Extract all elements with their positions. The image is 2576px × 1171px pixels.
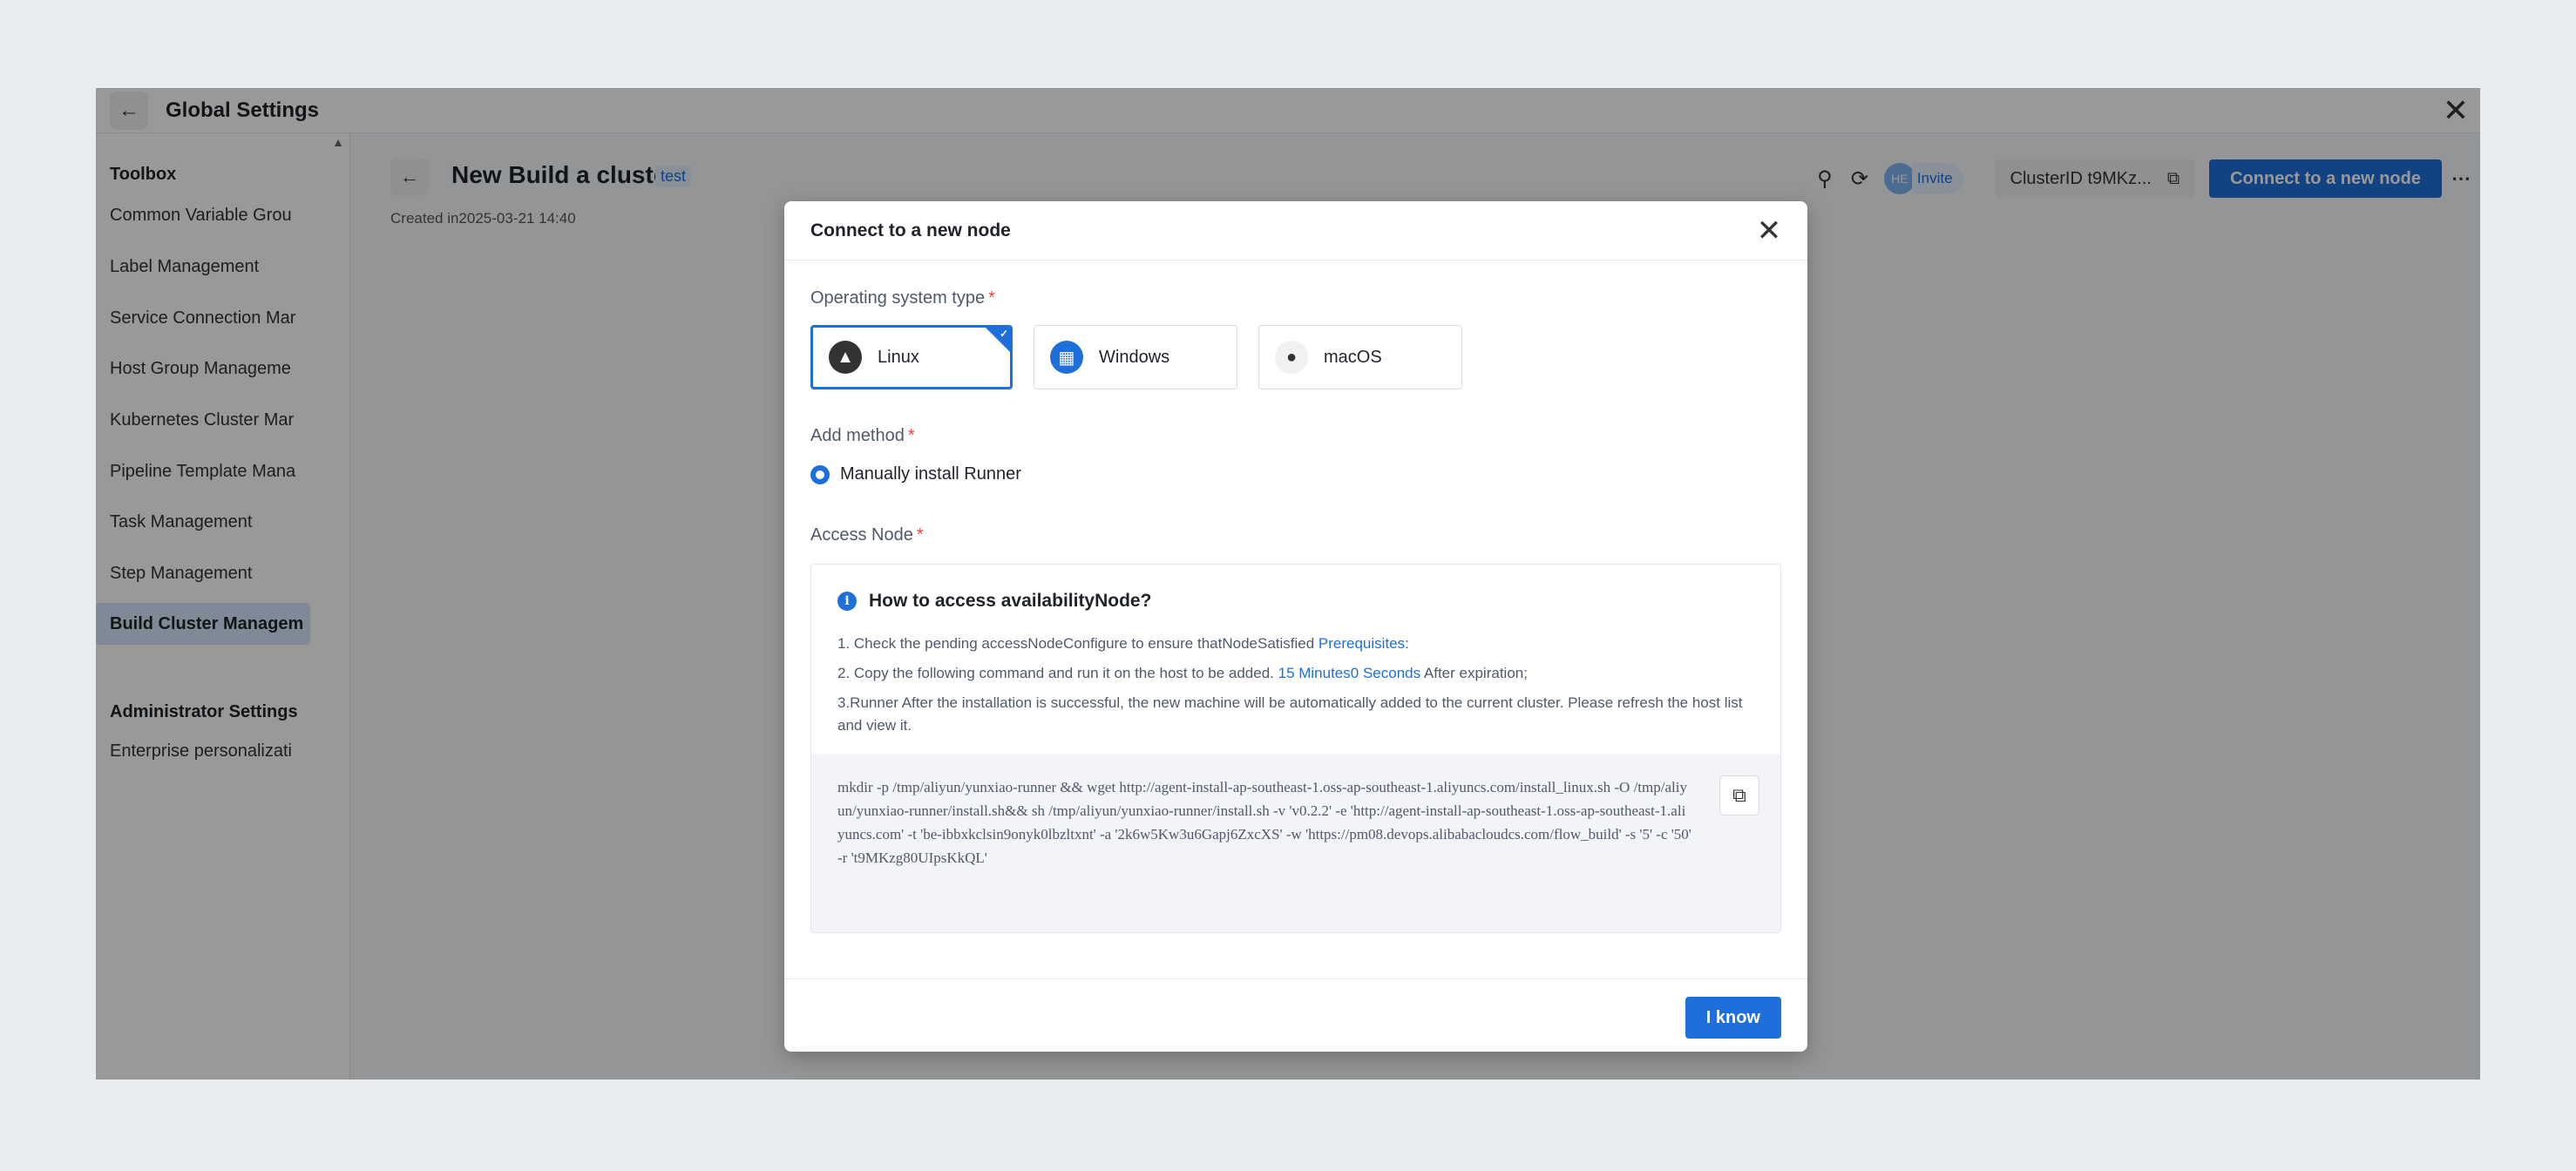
- windows-icon: ▦: [1050, 341, 1083, 374]
- connect-node-dialog: Connect to a new node ✕ Operating system…: [784, 201, 1807, 1052]
- add-method-label: Add method *: [810, 426, 915, 446]
- required-mark: *: [907, 426, 915, 445]
- os-option-label: Linux: [878, 347, 919, 367]
- method-option-label: Manually install Runner: [840, 464, 1021, 484]
- prerequisites-link[interactable]: Prerequisites: [1319, 635, 1405, 652]
- access-node-label-text: Access Node: [810, 525, 913, 545]
- step-2: 2. Copy the following command and run it…: [837, 662, 1752, 685]
- os-option-macos[interactable]: ● macOS: [1258, 325, 1462, 389]
- step-1: 1. Check the pending accessNodeConfigure…: [837, 633, 1752, 655]
- access-heading-text: How to access availabilityNode?: [869, 591, 1152, 611]
- dialog-header: Connect to a new node ✕: [784, 201, 1807, 261]
- copy-icon[interactable]: ⧉: [1719, 775, 1759, 816]
- radio-selected-icon: [810, 464, 830, 484]
- step-1-text: 1. Check the pending accessNodeConfigure…: [837, 635, 1319, 652]
- access-heading: i How to access availabilityNode?: [837, 591, 1151, 612]
- os-option-linux[interactable]: ▲ Linux ✓: [810, 325, 1013, 389]
- step-2-end: After expiration;: [1420, 665, 1528, 681]
- install-command[interactable]: mkdir -p /tmp/aliyun/yunxiao-runner && w…: [837, 775, 1691, 870]
- access-node-label: Access Node *: [810, 525, 924, 545]
- expiration-countdown: 15 Minutes0 Seconds: [1278, 665, 1421, 681]
- os-option-windows[interactable]: ▦ Windows: [1034, 325, 1237, 389]
- os-option-label: macOS: [1324, 347, 1382, 367]
- dialog-title: Connect to a new node: [810, 220, 1011, 240]
- linux-icon: ▲: [829, 341, 862, 374]
- os-option-label: Windows: [1099, 347, 1170, 367]
- dialog-footer: I know: [784, 978, 1807, 1052]
- add-method-label-text: Add method: [810, 426, 905, 445]
- os-type-label: Operating system type *: [810, 288, 995, 308]
- step-3: 3.Runner After the installation is succe…: [837, 694, 1743, 734]
- close-icon[interactable]: ✕: [1750, 212, 1788, 250]
- i-know-button[interactable]: I know: [1685, 997, 1781, 1039]
- method-radio-manual[interactable]: Manually install Runner: [810, 464, 1021, 484]
- os-type-label-text: Operating system type: [810, 288, 986, 308]
- access-instructions: i How to access availabilityNode? 1. Che…: [810, 564, 1781, 933]
- command-block: mkdir -p /tmp/aliyun/yunxiao-runner && w…: [811, 755, 1780, 932]
- step-2-text: 2. Copy the following command and run it…: [837, 665, 1278, 681]
- check-icon: ✓: [999, 328, 1008, 340]
- required-mark: *: [988, 288, 995, 308]
- apple-icon: ●: [1275, 341, 1308, 374]
- info-icon: i: [837, 592, 857, 611]
- required-mark: *: [916, 525, 924, 545]
- step-1-end: :: [1405, 635, 1409, 652]
